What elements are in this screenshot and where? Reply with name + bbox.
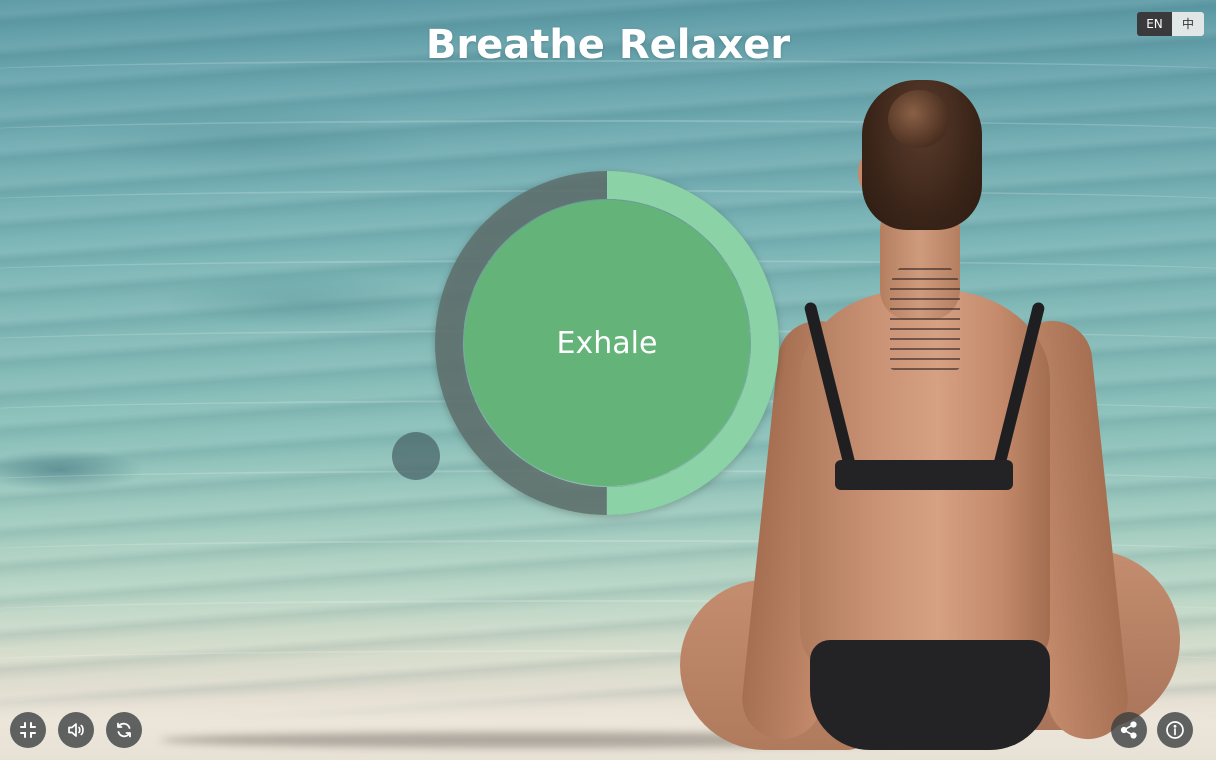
fullscreen-exit-icon [20,722,36,738]
info-button[interactable] [1157,712,1193,748]
breathing-circle[interactable]: Exhale [432,168,782,518]
info-icon [1166,721,1184,739]
language-zh-button[interactable]: 中 [1172,12,1204,36]
sound-button[interactable] [58,712,94,748]
language-en-button[interactable]: EN [1137,12,1172,36]
refresh-icon [117,722,131,738]
language-switch[interactable]: EN 中 [1137,12,1204,36]
fullscreen-exit-button[interactable] [10,712,46,748]
speaker-icon [68,723,84,737]
restart-button[interactable] [106,712,142,748]
breath-phase-label: Exhale [556,325,658,361]
app-title: Breathe Relaxer [425,22,791,68]
share-button[interactable] [1111,712,1147,748]
share-icon [1120,721,1137,739]
